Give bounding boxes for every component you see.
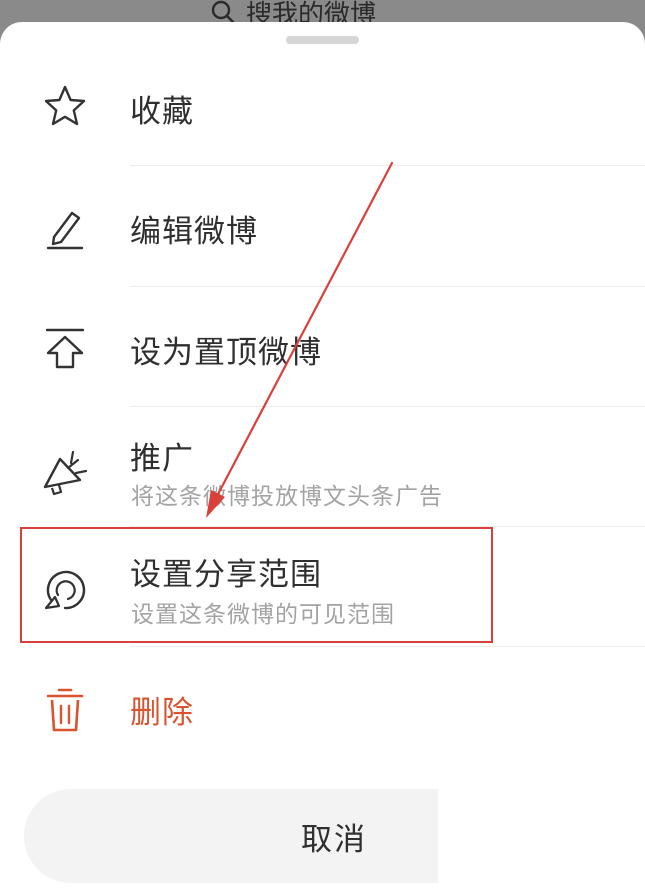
pencil-icon	[38, 201, 92, 255]
drag-handle[interactable]	[286, 36, 359, 44]
cancel-label: 取消	[301, 821, 367, 858]
promote-label: 推广	[130, 441, 194, 477]
pin-top-label: 设为置顶微博	[130, 335, 322, 371]
star-icon	[38, 79, 92, 133]
favorite-label: 收藏	[130, 94, 194, 130]
megaphone-icon	[38, 445, 92, 499]
menu-item-favorite[interactable]: 收藏	[0, 46, 645, 166]
edit-label: 编辑微博	[130, 214, 258, 250]
menu-item-edit[interactable]: 编辑微博	[0, 166, 645, 286]
delete-label: 删除	[130, 695, 194, 731]
annotation-highlight-box	[20, 527, 493, 643]
menu-item-pin-top[interactable]: 设为置顶微博	[0, 287, 645, 407]
promote-sublabel: 将这条微博投放博文头条广告	[131, 484, 443, 510]
white-patch	[438, 770, 645, 895]
pin-top-icon	[38, 321, 92, 375]
menu-item-promote[interactable]: 推广 将这条微博投放博文头条广告	[0, 407, 645, 527]
trash-icon	[38, 683, 92, 737]
